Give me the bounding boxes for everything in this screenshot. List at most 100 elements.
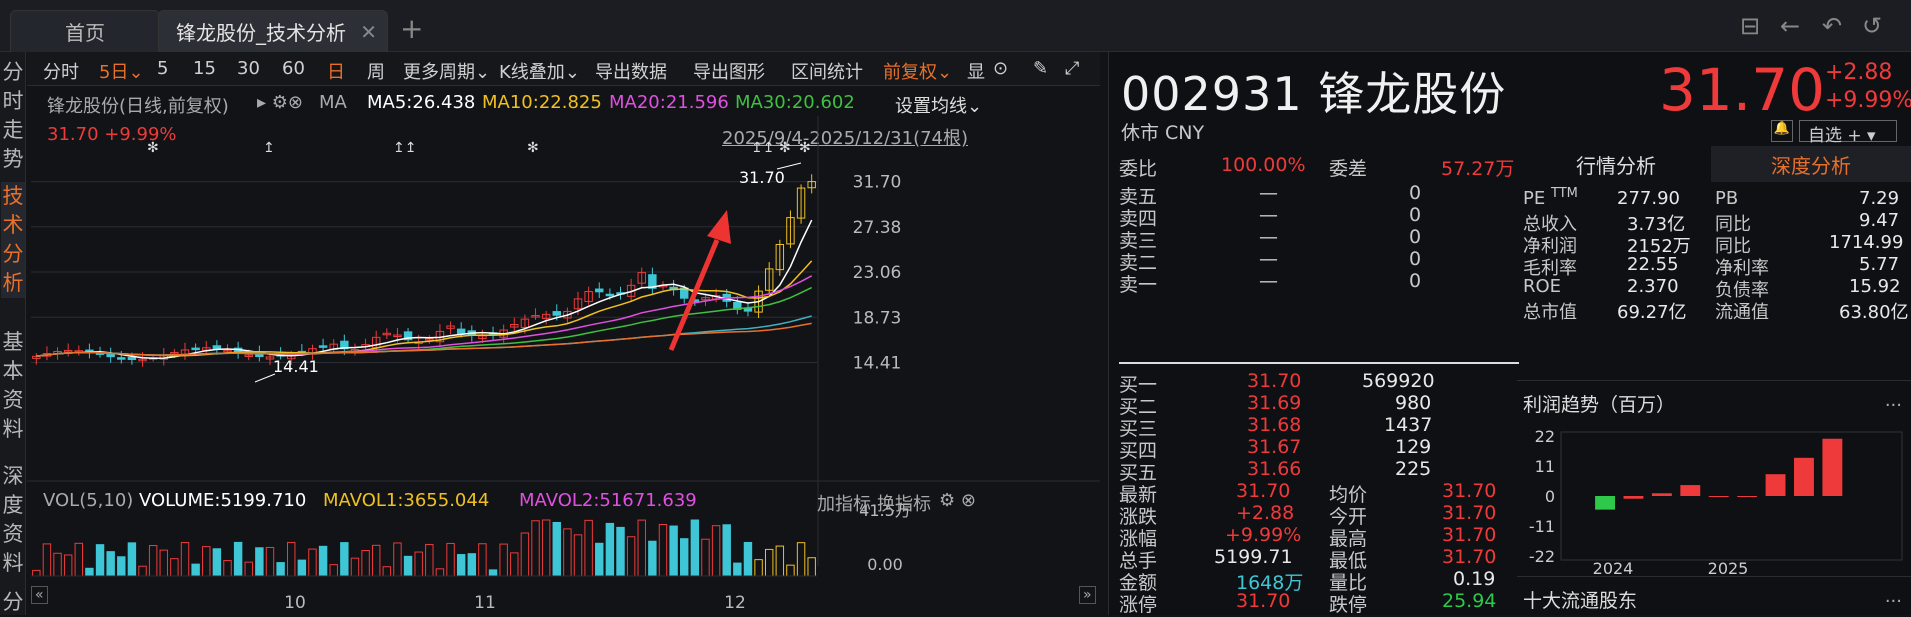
adjust-dropdown[interactable]: 前复权⌄ (883, 58, 952, 84)
candle-body (318, 345, 328, 348)
profit-bar (1708, 496, 1729, 497)
holders-title: 十大流通股东 (1523, 590, 1638, 612)
undo-icon[interactable]: ↶ (1822, 12, 1842, 40)
nav-more[interactable]: 分 (1, 588, 25, 617)
fin-value: 63.80亿 (1839, 302, 1909, 323)
fin-sublabel: TTM (1551, 186, 1578, 201)
profit-bar (1680, 485, 1701, 496)
volume-bar (435, 568, 445, 577)
volume-bar (117, 556, 126, 577)
more-periods-dropdown[interactable]: 更多周期⌄ (403, 58, 490, 84)
volume-bar (244, 561, 253, 577)
stat-value: 5199.71 (1214, 546, 1293, 568)
volume-bar (786, 564, 795, 577)
stat-value: 31.70 (1442, 502, 1497, 524)
pen-icon[interactable]: ✎ (1033, 58, 1048, 79)
profit-x-tick: 2024 (1593, 559, 1634, 576)
volume-bar (212, 548, 222, 577)
profit-bar (1765, 474, 1786, 496)
history-icon[interactable]: ↺ (1862, 12, 1882, 40)
watch-label: 自选 + (1808, 126, 1862, 146)
buy-vol: 569920 (1362, 370, 1435, 392)
sell-vol: 0 (1409, 182, 1422, 204)
back-arrow-icon[interactable]: ← (1780, 12, 1800, 40)
candle-body (595, 288, 604, 293)
stat-value: 31.70 (1442, 480, 1497, 502)
stat-label: 跌停 (1329, 594, 1368, 616)
period-day[interactable]: 日 (327, 58, 345, 84)
volume-bar (456, 554, 466, 577)
scroll-right-icon[interactable]: » (1079, 586, 1096, 604)
nav-deep-info[interactable]: 深度资料 (1, 462, 25, 578)
volume-bar (775, 545, 785, 577)
nav-technical[interactable]: 技术分析 (1, 182, 25, 298)
export-image-button[interactable]: 导出图形 (693, 58, 765, 84)
volume-bar (573, 534, 583, 577)
fin-row: 总市值 69.27亿 流通值 63.80亿 (1517, 296, 1911, 323)
fin-panel: 行情分析 深度分析 PE TTM 277.90 PB 7.29 总收入 3.73亿 同比 9.4… (1517, 146, 1911, 615)
fin-value: 1714.99 (1829, 232, 1904, 253)
alert-bell-icon[interactable]: 🔔 (1771, 120, 1793, 142)
add-tab-icon[interactable]: + (400, 12, 423, 45)
tab-market-analysis[interactable]: 行情分析 (1521, 146, 1711, 182)
volume-bar (180, 542, 190, 577)
ma120-line (36, 322, 812, 358)
holders-more-icon[interactable]: ... (1885, 586, 1902, 607)
show-dropdown[interactable]: 显 (967, 58, 985, 84)
volume-bar (446, 542, 455, 577)
event-marker: ↥ (263, 140, 275, 156)
candle-body (605, 293, 615, 297)
event-marker: ✻ (799, 140, 811, 156)
buy-price: 31.70 (1247, 370, 1302, 392)
x-tick-label: 12 (724, 593, 746, 613)
screenshot-icon[interactable]: ⊟ (1740, 12, 1760, 40)
add-indicator-button[interactable]: 加指标 (817, 490, 871, 516)
price-change-pct: +9.99% (1825, 88, 1911, 113)
chevron-down-icon[interactable]: ⊙ (993, 58, 1008, 79)
period-5min[interactable]: 5 (157, 58, 168, 79)
fullscreen-icon[interactable]: ⤢ (1065, 58, 1079, 79)
range-stats-button[interactable]: 区间统计 (791, 58, 863, 84)
buy-vol: 129 (1395, 436, 1432, 458)
nav-timeshare[interactable]: 分时走势 (1, 58, 25, 174)
kline-overlay-dropdown[interactable]: K线叠加⌄ (499, 58, 580, 84)
period-15min[interactable]: 15 (193, 58, 216, 79)
period-5day[interactable]: 5日⌄ (99, 58, 144, 84)
event-marker: ✻ (527, 140, 539, 156)
volume-bar (425, 543, 434, 577)
nav-basic-info[interactable]: 基本资料 (1, 328, 25, 444)
tab-home[interactable]: 首页 (10, 10, 160, 52)
period-timeshare[interactable]: 分时 (43, 58, 79, 84)
stat-value: 25.94 (1442, 590, 1497, 612)
period-30min[interactable]: 30 (237, 58, 260, 79)
scroll-left-icon[interactable]: « (31, 586, 48, 604)
y-tick-label: 14.41 (853, 353, 902, 373)
tab-bar: 首页 锋龙股份_技术分析 ✕ + ⊟ ← ↶ ↺ (0, 0, 1911, 52)
export-data-button[interactable]: 导出数据 (595, 58, 667, 84)
period-60min[interactable]: 60 (282, 58, 305, 79)
fin-value: 7.29 (1859, 188, 1900, 209)
volume-bar (690, 519, 700, 577)
profit-more-icon[interactable]: ... (1885, 390, 1902, 411)
stock-code-name: 002931 锋龙股份 (1121, 67, 1507, 121)
buy-price: 31.68 (1247, 414, 1302, 436)
profit-bar (1737, 496, 1758, 497)
stat-value: +2.88 (1236, 502, 1295, 524)
volume-bar (318, 545, 328, 577)
stat-value: 31.70 (1442, 546, 1497, 568)
volume-bar (138, 565, 147, 577)
volume-bar (743, 541, 753, 577)
ma10-line (36, 260, 813, 358)
indicator-settings-icon[interactable]: ⚙ ⊗ (939, 490, 976, 511)
close-icon[interactable]: ✕ (360, 20, 377, 44)
tab-stock-analysis[interactable]: 锋龙股份_技术分析 ✕ (158, 10, 388, 52)
add-watchlist-button[interactable]: 自选 + ▾ (1799, 120, 1897, 146)
switch-indicator-button[interactable]: 换指标 (877, 490, 931, 516)
event-marker: ✻ (147, 140, 159, 156)
volume-bar (63, 554, 73, 577)
period-week[interactable]: 周 (367, 58, 385, 84)
chart-area: 锋龙股份(日线,前复权) ▸ ⚙⊗ MA MA5:26.438 MA10:22.… (27, 86, 1100, 615)
buy-price: 31.67 (1247, 436, 1302, 458)
tab-deep-analysis[interactable]: 深度分析 (1711, 146, 1911, 182)
event-marker: ✻ (779, 140, 791, 156)
